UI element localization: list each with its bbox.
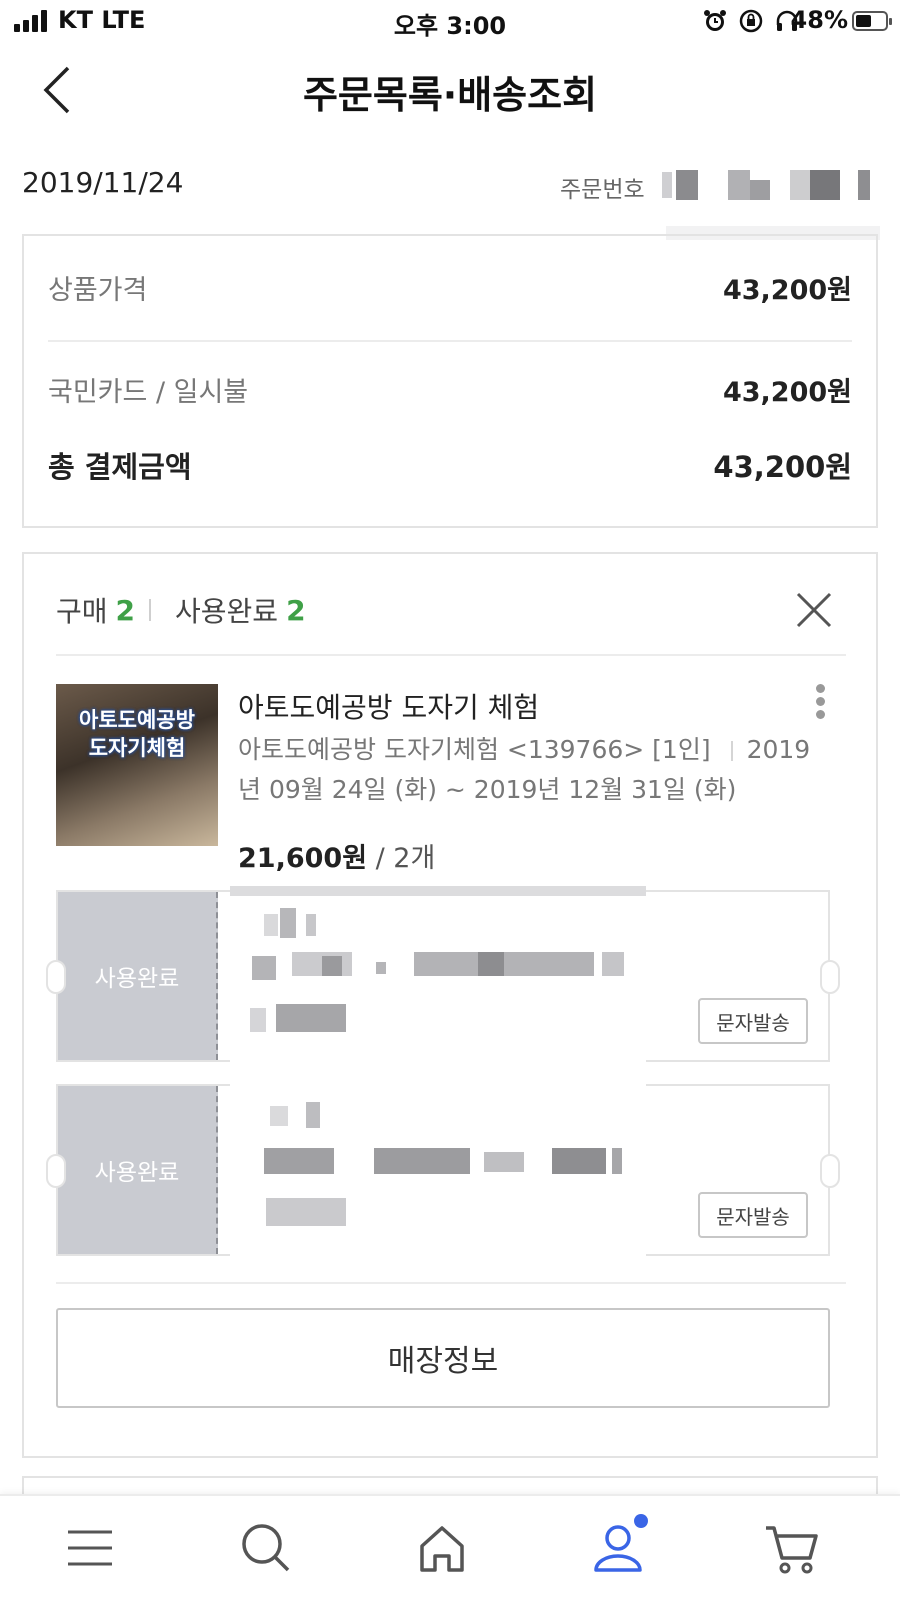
payment-method-label: 국민카드 / 일시불 — [48, 377, 249, 408]
purchase-label: 구매 — [56, 595, 108, 628]
order-number-label: 주문번호 — [560, 177, 645, 203]
divider — [56, 1282, 846, 1284]
used-count: 2 — [286, 593, 306, 627]
total-label: 총 결제금액 — [48, 450, 192, 484]
nav-cart[interactable] — [762, 1518, 822, 1578]
price-value: 43,200원 — [722, 275, 852, 306]
product-thumbnail[interactable]: 아토도예공방 도자기체험 — [56, 684, 218, 846]
battery-percent: 48% — [790, 6, 848, 34]
divider — [56, 654, 846, 656]
nav-menu[interactable] — [60, 1518, 120, 1578]
thumbnail-text: 도자기체험 — [88, 736, 186, 760]
nav-search[interactable] — [236, 1518, 296, 1578]
nav-home[interactable] — [412, 1518, 472, 1578]
price-row-payment-method: 국민카드 / 일시불 43,200원 — [48, 370, 852, 409]
divider — [48, 340, 852, 342]
used-label: 사용완료 — [175, 595, 279, 628]
store-info-button[interactable]: 매장정보 — [56, 1308, 830, 1408]
price-row-product: 상품가격 43,200원 — [48, 268, 852, 307]
ticket-stub: 사용완료 — [58, 892, 218, 1060]
payment-method-value: 43,200원 — [722, 377, 852, 408]
purchase-count: 2 — [115, 593, 136, 627]
home-icon — [420, 1526, 464, 1572]
send-sms-button[interactable]: 문자발송 — [698, 998, 808, 1044]
option-period: 년 09월 24일 (화) ~ 2019년 12월 31일 (화) — [238, 775, 737, 804]
product-option: 아토도예공방 도자기체험 <139766> [1인] 2019 년 09월 24일 … — [238, 730, 838, 810]
product-name[interactable]: 아토도예공방 도자기 체험 — [238, 686, 539, 726]
quantity: / 2개 — [367, 843, 436, 874]
redacted-ticket-details — [230, 886, 646, 1282]
ticket-status: 사용완료 — [94, 1160, 180, 1186]
product-price: 21,600원 / 2개 — [238, 836, 435, 875]
price-label: 상품가격 — [48, 275, 148, 306]
product-card: 구매 2 사용완료 2 아토도예공방 도자기체험 아토도예공방 도자기 체험 아… — [22, 552, 878, 1458]
status-bar: KT LTE 오후 3:00 48% — [0, 0, 900, 44]
thumbnail-text: 아토도예공방 — [79, 708, 195, 732]
ticket-stub: 사용완료 — [58, 1086, 218, 1254]
option-period-start: 2019 — [746, 735, 811, 764]
ticket-status: 사용완료 — [94, 966, 180, 992]
cart-icon — [766, 1526, 818, 1574]
page-title: 주문목록·배송조회 — [302, 73, 598, 117]
unit-price: 21,600원 — [238, 843, 368, 874]
close-icon — [796, 592, 832, 628]
battery-icon — [852, 11, 892, 31]
bottom-navigation — [0, 1494, 900, 1600]
send-sms-button[interactable]: 문자발송 — [698, 1192, 808, 1238]
separator — [149, 599, 152, 621]
option-name: 아토도예공방 도자기체험 <139766> [1인] — [238, 735, 711, 764]
more-options-icon[interactable] — [814, 684, 826, 724]
order-date: 2019/11/24 — [22, 166, 184, 199]
close-button[interactable] — [794, 590, 834, 630]
rotation-lock-icon — [739, 9, 763, 33]
search-icon — [242, 1524, 290, 1572]
menu-icon — [68, 1530, 112, 1566]
purchase-summary: 구매 2 사용완료 2 — [56, 590, 306, 630]
price-row-total: 총 결제금액 43,200원 — [48, 444, 852, 486]
nav-my-page[interactable] — [588, 1514, 648, 1578]
alarm-icon — [704, 10, 726, 31]
payment-summary-card: 상품가격 43,200원 국민카드 / 일시불 43,200원 총 결제금액 4… — [22, 234, 878, 528]
total-value: 43,200원 — [713, 450, 852, 484]
notification-dot — [634, 1514, 648, 1528]
